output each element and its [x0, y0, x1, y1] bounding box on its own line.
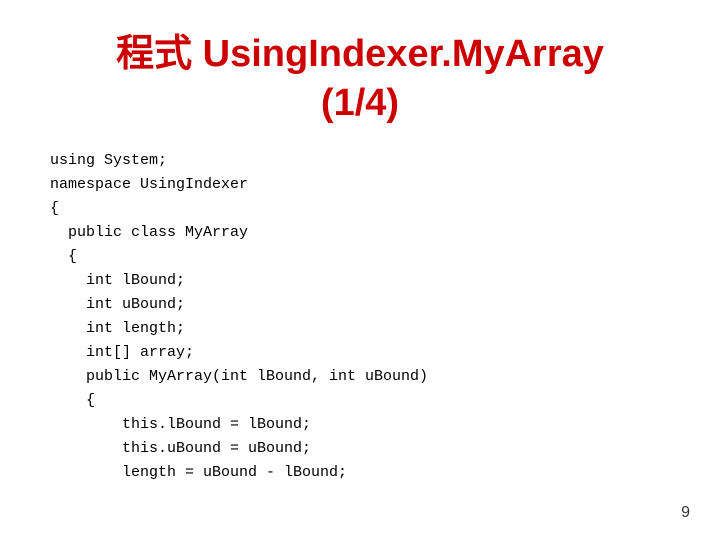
code-line: { [50, 389, 680, 413]
page-number: 9 [681, 504, 690, 522]
code-line: int length; [50, 317, 680, 341]
code-line: int uBound; [50, 293, 680, 317]
slide-title-line2: (1/4) [40, 79, 680, 128]
code-line: this.lBound = lBound; [50, 413, 680, 437]
code-line: int lBound; [50, 269, 680, 293]
code-line: using System; [50, 149, 680, 173]
code-line: { [50, 197, 680, 221]
code-line: length = uBound - lBound; [50, 461, 680, 485]
code-block: using System;namespace UsingIndexer{ pub… [50, 149, 680, 485]
code-line: { [50, 245, 680, 269]
code-line: namespace UsingIndexer [50, 173, 680, 197]
slide-title-line1: 程式 UsingIndexer.MyArray [40, 30, 680, 79]
title-area: 程式 UsingIndexer.MyArray (1/4) [40, 30, 680, 129]
code-line: this.uBound = uBound; [50, 437, 680, 461]
slide: 程式 UsingIndexer.MyArray (1/4) using Syst… [0, 0, 720, 540]
code-line: public MyArray(int lBound, int uBound) [50, 365, 680, 389]
code-line: int[] array; [50, 341, 680, 365]
code-line: public class MyArray [50, 221, 680, 245]
